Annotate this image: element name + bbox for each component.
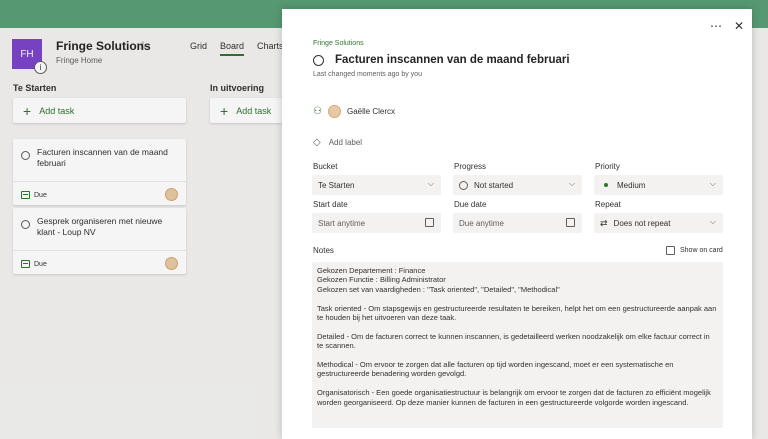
start-date-field[interactable]: Start anytime [312, 213, 441, 233]
assign-user-icon[interactable]: ⚇ [313, 106, 322, 117]
show-on-card-label: Show on card [680, 247, 723, 254]
task-title-field[interactable]: Facturen inscannen van de maand februari [335, 54, 570, 66]
avatar[interactable] [327, 105, 341, 118]
calendar-icon[interactable] [566, 218, 575, 227]
add-label-text: Add label [328, 138, 363, 147]
priority-select[interactable]: Medium ⌵ [594, 175, 723, 195]
medium-priority-icon [604, 183, 608, 187]
start-date-placeholder: Start anytime [318, 218, 366, 228]
due-date-field[interactable]: Due anytime [453, 213, 582, 233]
show-on-card-checkbox[interactable] [666, 246, 675, 255]
tag-icon: ◇ [313, 137, 321, 148]
ellipsis-icon[interactable]: ⋯ [710, 19, 722, 33]
show-on-card-toggle[interactable]: Show on card [666, 246, 723, 255]
complete-task-checkbox[interactable] [313, 55, 324, 66]
bucket-select[interactable]: Te Starten ⌵ [312, 175, 441, 195]
bucket-label: Bucket [313, 162, 338, 171]
repeat-label: Repeat [595, 200, 621, 209]
last-changed-text: Last changed moments ago by you [313, 71, 422, 78]
progress-label: Progress [454, 162, 487, 171]
chevron-down-icon: ⌵ [709, 179, 716, 188]
bucket-value: Te Starten [318, 180, 355, 190]
not-started-icon [459, 180, 468, 190]
start-date-label: Start date [313, 200, 348, 209]
chevron-down-icon: ⌵ [427, 179, 434, 188]
plan-breadcrumb[interactable]: Fringe Solutions [313, 40, 364, 47]
priority-value: Medium [617, 180, 646, 190]
assignee-name[interactable]: Gaëlle Clercx [347, 107, 395, 116]
notes-textarea[interactable]: Gekozen Departement : Finance Gekozen Fu… [312, 262, 723, 428]
panel-actions: ⋯ ✕ [710, 19, 744, 33]
assignees-row: ⚇ Gaëlle Clercx [313, 105, 395, 118]
task-details-panel: ⋯ ✕ Fringe Solutions Facturen inscannen … [282, 9, 752, 439]
repeat-select[interactable]: ⇄ Does not repeat ⌵ [594, 213, 723, 233]
close-icon[interactable]: ✕ [734, 19, 744, 33]
due-date-placeholder: Due anytime [459, 218, 504, 228]
notes-label: Notes [313, 246, 334, 255]
repeat-icon: ⇄ [600, 217, 608, 228]
repeat-value: Does not repeat [613, 218, 671, 228]
chevron-down-icon: ⌵ [568, 179, 575, 188]
chevron-down-icon: ⌵ [709, 217, 716, 226]
priority-label: Priority [595, 162, 620, 171]
due-date-label: Due date [454, 200, 487, 209]
progress-select[interactable]: Not started ⌵ [453, 175, 582, 195]
progress-value: Not started [474, 180, 514, 190]
add-label-row[interactable]: ◇ Add label [313, 137, 362, 148]
calendar-icon[interactable] [425, 218, 434, 227]
